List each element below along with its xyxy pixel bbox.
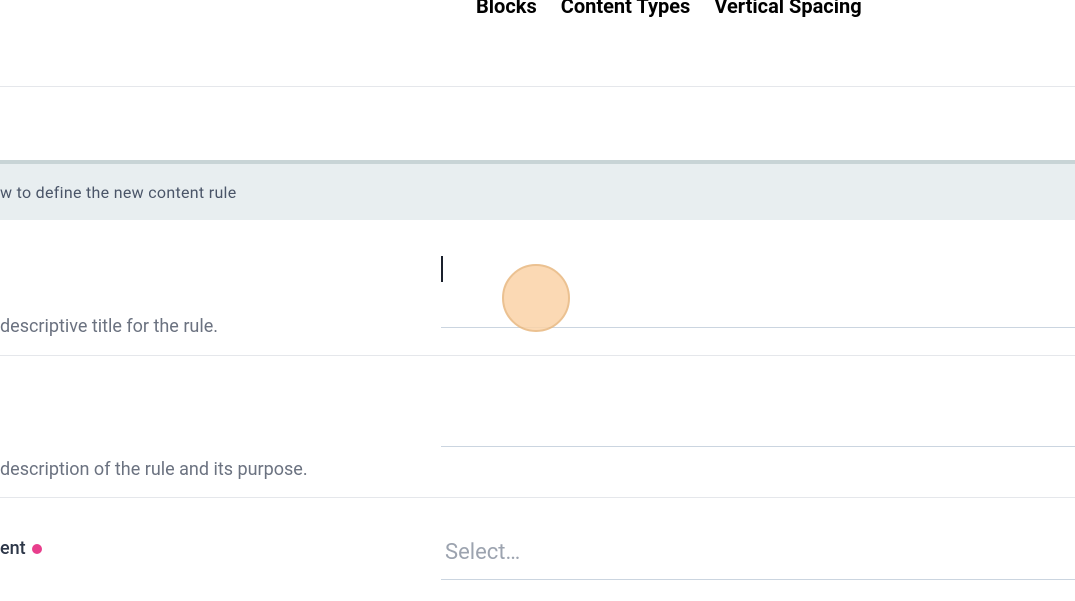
- nav-content-types[interactable]: Content Types: [561, 0, 691, 18]
- title-label-col: descriptive title for the rule.: [0, 254, 441, 337]
- header-divider: [0, 86, 1075, 87]
- top-nav: Blocks Content Types Vertical Spacing: [476, 0, 862, 18]
- event-select[interactable]: Select…: [441, 534, 1075, 580]
- required-dot-icon: [32, 544, 42, 554]
- title-help-text: descriptive title for the rule.: [0, 316, 441, 337]
- event-select-wrapper: Select…: [441, 534, 1075, 580]
- description-help-text: description of the rule and its purpose.: [0, 459, 308, 480]
- info-banner-text: w to define the new content rule: [0, 183, 237, 202]
- info-banner: w to define the new content rule: [0, 160, 1075, 220]
- description-input-underline[interactable]: [441, 446, 1075, 447]
- selection-circle-icon: [502, 264, 570, 332]
- row-divider-1: [0, 355, 1075, 356]
- nav-blocks[interactable]: Blocks: [476, 0, 537, 18]
- row-divider-2: [0, 497, 1075, 498]
- text-cursor-icon: [441, 256, 443, 282]
- event-label: ent: [0, 538, 42, 559]
- event-label-text: ent: [0, 538, 26, 559]
- nav-vertical-spacing[interactable]: Vertical Spacing: [714, 0, 861, 18]
